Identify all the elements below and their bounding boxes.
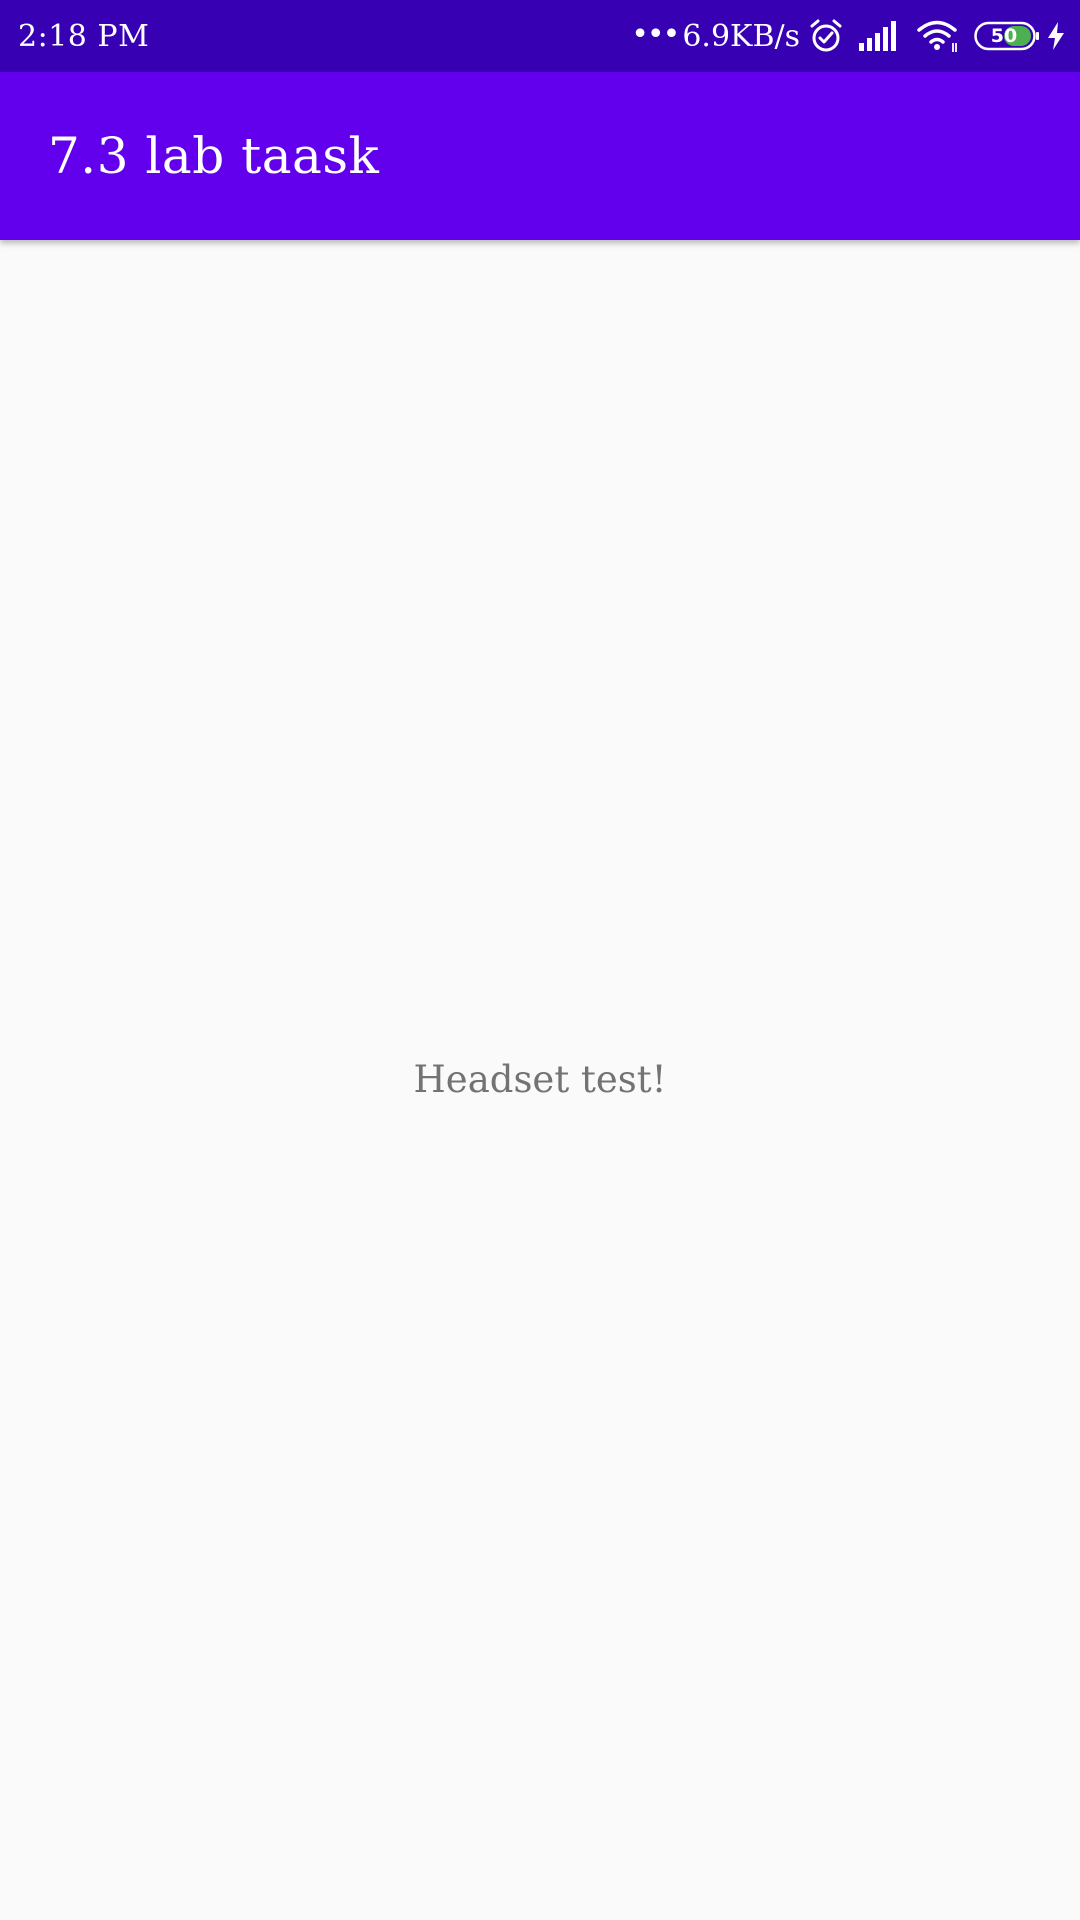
- status-bar: 2:18 PM ••• 6.9KB/s 50: [0, 0, 1080, 72]
- status-time: 2:18 PM: [18, 18, 150, 54]
- alarm-icon: [808, 18, 844, 54]
- headset-status-text: Headset test!: [413, 1058, 667, 1101]
- app-title: 7.3 lab taask: [48, 127, 380, 185]
- battery-level: 50: [990, 25, 1018, 47]
- network-activity-dots: •••: [631, 16, 680, 52]
- battery-icon: 50: [974, 21, 1040, 51]
- main-content: Headset test!: [0, 240, 1080, 1920]
- signal-icon: [858, 21, 900, 51]
- wifi-icon: [916, 19, 960, 53]
- app-bar: 7.3 lab taask: [0, 72, 1080, 240]
- network-speed: 6.9KB/s: [682, 18, 800, 54]
- status-icons: ••• 6.9KB/s 50: [631, 16, 1066, 54]
- charging-icon: [1046, 21, 1066, 51]
